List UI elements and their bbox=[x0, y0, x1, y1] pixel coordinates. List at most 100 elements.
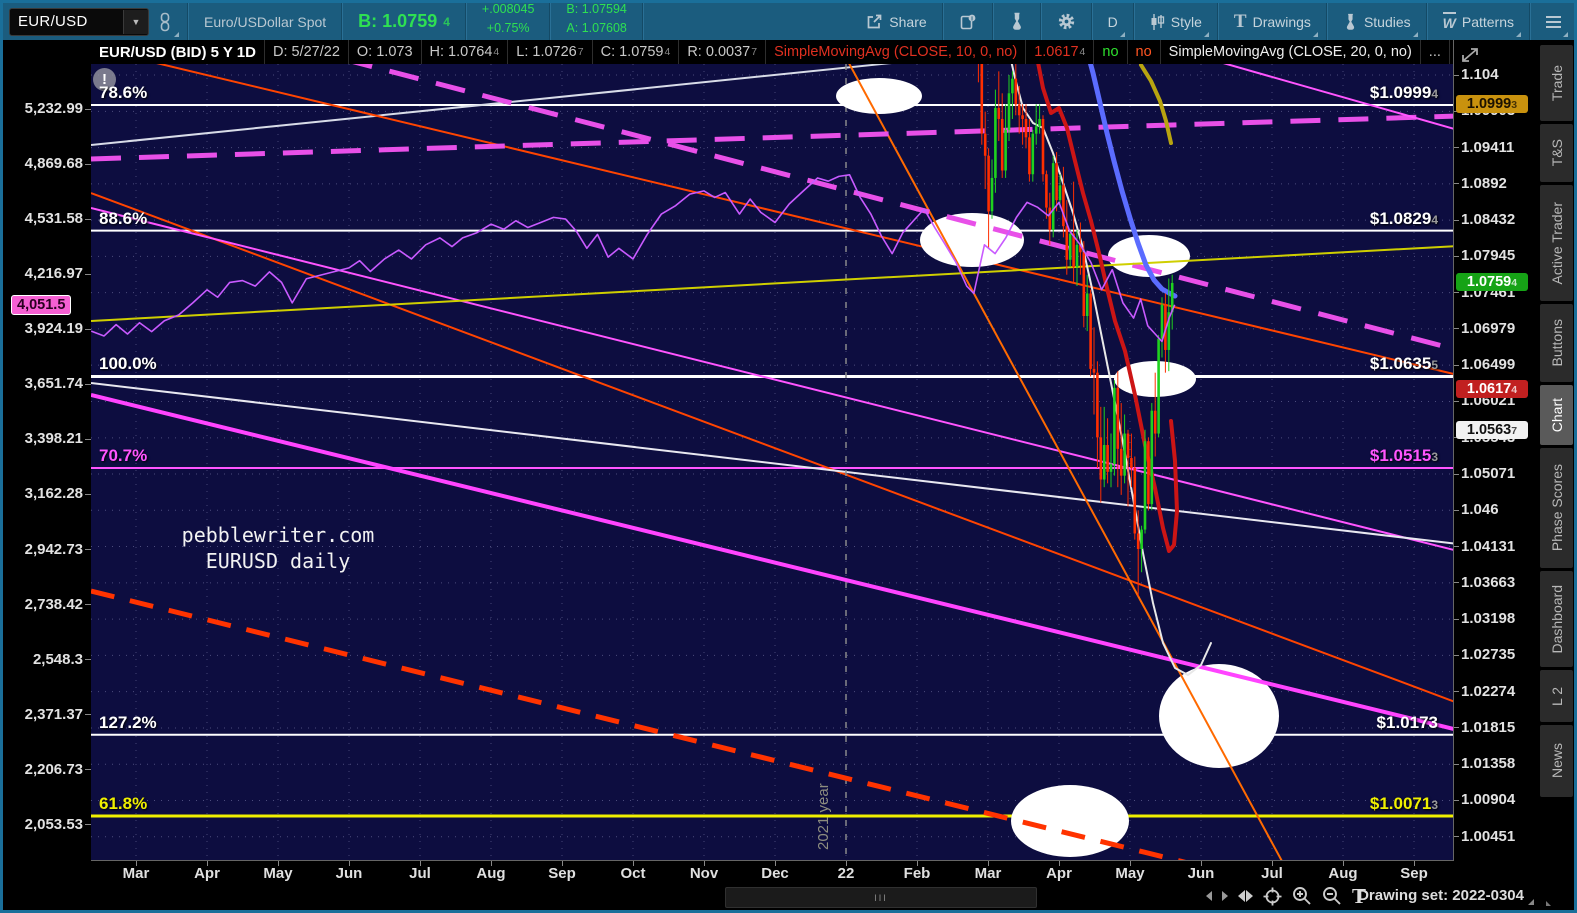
x-axis-tick bbox=[1414, 861, 1415, 866]
right-axis-tick bbox=[1454, 618, 1459, 620]
left-axis-tick-label: 5,232.99 bbox=[24, 100, 83, 117]
left-axis-tick bbox=[85, 438, 91, 440]
right-axis-tick bbox=[1454, 509, 1459, 511]
x-axis-month-label: Aug bbox=[1328, 865, 1358, 882]
left-axis-tick bbox=[85, 824, 91, 826]
left-axis-tick-label: 4,869.68 bbox=[24, 155, 83, 173]
right-sidebar: Trade T&S Active Trader Buttons Chart Phase S… bbox=[1540, 40, 1574, 910]
fib-price-label: $1.05153 bbox=[1369, 445, 1438, 465]
right-axis-tick-label: 1.07945 bbox=[1461, 247, 1516, 265]
studies-button[interactable]: Studies bbox=[1334, 3, 1420, 40]
drawing-set-selector[interactable]: Drawing set: 2022-0304 bbox=[1358, 887, 1524, 904]
year-divider-label: 2021 year bbox=[815, 783, 832, 850]
share-button[interactable]: Share bbox=[857, 3, 935, 40]
sidebar-tab-dashboard[interactable]: Dashboard bbox=[1540, 571, 1573, 667]
candle-body bbox=[1028, 137, 1031, 175]
chart-canvas[interactable] bbox=[91, 40, 1454, 861]
symbol-value[interactable]: EUR/USD bbox=[10, 13, 123, 30]
symbol-input[interactable]: EUR/USD ▼ bbox=[9, 7, 149, 36]
left-axis-tick-label: 4,216.97 bbox=[24, 265, 83, 283]
trading-app-window: EUR/USD ▼ Euro/USDollar Spot B: 1.0759 4 … bbox=[0, 0, 1577, 913]
zoom-in-icon[interactable] bbox=[1292, 886, 1312, 906]
link-dropdown-corner bbox=[174, 32, 179, 37]
left-axis-tick-label: 2,206.73 bbox=[24, 760, 83, 778]
x-axis-tick bbox=[278, 861, 279, 866]
dropdown-corner bbox=[1203, 32, 1209, 37]
dropdown-corner bbox=[1312, 32, 1318, 37]
candle-body bbox=[994, 107, 997, 178]
fast-pan-icon[interactable] bbox=[1237, 890, 1253, 902]
candle-body bbox=[1034, 126, 1038, 134]
toolbar-separator bbox=[1529, 3, 1531, 40]
pan-left-icon[interactable] bbox=[1205, 891, 1212, 901]
drawings-button[interactable]: T Drawings bbox=[1225, 3, 1320, 40]
right-axis-tick bbox=[1454, 799, 1459, 801]
sidebar-tab-label: Phase Scores bbox=[1548, 464, 1565, 552]
candle-body bbox=[1092, 368, 1096, 373]
sidebar-tab-label: Trade bbox=[1548, 64, 1565, 102]
sidebar-tab-trade[interactable]: Trade bbox=[1540, 45, 1573, 121]
dropdown-corner bbox=[1563, 32, 1568, 37]
candle-body bbox=[1045, 174, 1048, 208]
x-axis-tick bbox=[1130, 861, 1131, 866]
left-axis-tick bbox=[85, 549, 91, 551]
x-axis-month-label: Jul bbox=[1261, 865, 1283, 882]
x-axis-month-label: Apr bbox=[1046, 865, 1072, 882]
sidebar-tab-phase-scores[interactable]: Phase Scores bbox=[1540, 448, 1573, 568]
sidebar-tab-buttons[interactable]: Buttons bbox=[1540, 304, 1573, 382]
patterns-button[interactable]: W Patterns bbox=[1434, 3, 1523, 40]
toolbar-separator bbox=[187, 3, 189, 40]
right-axis-tick bbox=[1454, 292, 1459, 294]
candle-body bbox=[1000, 118, 1004, 171]
sidebar-tab-l-2[interactable]: L 2 bbox=[1540, 670, 1573, 722]
left-axis-tick-label: 2,738.42 bbox=[24, 595, 83, 613]
sidebar-tab-news[interactable]: News bbox=[1540, 725, 1573, 797]
sidebar-tab-chart[interactable]: Chart bbox=[1540, 385, 1573, 445]
menu-button[interactable] bbox=[1537, 3, 1570, 40]
symbol-dropdown-arrow-icon[interactable]: ▼ bbox=[123, 9, 148, 34]
candle-body bbox=[1068, 233, 1072, 260]
chart-hscrollbar[interactable]: III bbox=[725, 887, 1037, 908]
candle-body bbox=[1058, 185, 1062, 201]
right-axis-tick bbox=[1454, 183, 1459, 185]
right-axis-tick-label: 1.08432 bbox=[1461, 211, 1516, 229]
dropdown-corner bbox=[1516, 32, 1521, 37]
sidebar-tab-active-trader[interactable]: Active Trader bbox=[1540, 185, 1573, 301]
analyze-button[interactable] bbox=[1000, 3, 1034, 40]
x-axis-tick bbox=[988, 861, 989, 866]
candle-body bbox=[1140, 529, 1143, 549]
toolbar-separator bbox=[1425, 3, 1428, 40]
candle-body bbox=[980, 64, 984, 134]
left-axis-tick-label: 2,548.3 bbox=[32, 650, 83, 668]
candle-body bbox=[1099, 437, 1103, 480]
pan-right-icon[interactable] bbox=[1221, 891, 1228, 901]
toolbar-separator bbox=[1039, 3, 1042, 40]
details-button[interactable]: i bbox=[950, 3, 986, 40]
right-axis-tick bbox=[1454, 147, 1459, 149]
style-button[interactable]: Style bbox=[1141, 3, 1211, 40]
link-button[interactable] bbox=[149, 3, 181, 40]
zoom-out-icon[interactable] bbox=[1322, 886, 1342, 906]
settings-button[interactable] bbox=[1048, 3, 1085, 40]
candle-style-icon bbox=[1151, 13, 1164, 30]
candle-body bbox=[1143, 441, 1147, 530]
toolbar-separator bbox=[941, 3, 944, 40]
candle-body bbox=[1048, 207, 1052, 230]
right-axis-tick bbox=[1454, 546, 1459, 548]
x-axis-tick bbox=[1272, 861, 1273, 866]
timeframe-button[interactable]: D bbox=[1099, 3, 1127, 40]
candle-body bbox=[1096, 372, 1099, 438]
x-axis-tick bbox=[349, 861, 350, 866]
patterns-icon: W bbox=[1442, 12, 1456, 31]
toolbar-separator bbox=[1325, 3, 1328, 40]
expand-icon[interactable] bbox=[1459, 45, 1481, 65]
x-axis-tick bbox=[136, 861, 137, 866]
crosshair-icon[interactable] bbox=[1263, 887, 1282, 906]
fib-percent-label: 127.2% bbox=[99, 712, 157, 732]
sidebar-tab-t-s[interactable]: T&S bbox=[1540, 124, 1573, 182]
candle-body bbox=[990, 177, 994, 212]
right-axis-price-badge: 1.05637 bbox=[1456, 420, 1528, 439]
candle-body bbox=[1065, 226, 1069, 260]
x-axis-month-label: May bbox=[1115, 865, 1145, 882]
right-axis-tick-label: 1.00451 bbox=[1461, 827, 1516, 845]
